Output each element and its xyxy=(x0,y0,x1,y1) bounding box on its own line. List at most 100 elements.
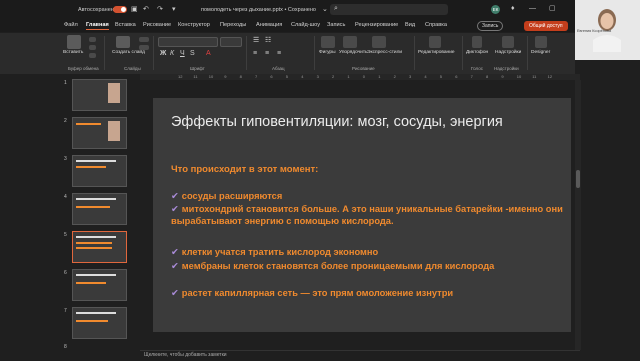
undo-icon[interactable]: ↶ xyxy=(143,6,149,14)
thumb-number: 2 xyxy=(64,118,67,124)
group-addins: Надстройки xyxy=(494,66,519,71)
save-icon[interactable]: ▣ xyxy=(131,6,138,14)
slide-thumbnail[interactable] xyxy=(72,193,127,225)
customize-toolbar-icon[interactable]: ▾ xyxy=(172,6,176,14)
thumb-line xyxy=(76,198,116,200)
check-icon: ✔ xyxy=(171,261,179,271)
addins-button[interactable]: Надстройки xyxy=(495,50,521,55)
ruler-tick-label: 4 xyxy=(301,74,304,79)
italic-icon[interactable]: К xyxy=(170,50,174,58)
reset-icon[interactable] xyxy=(139,45,149,50)
redo-icon[interactable]: ↷ xyxy=(157,6,163,14)
ruler-tick-label: 4 xyxy=(424,74,427,79)
lightbulb-icon[interactable]: ♦ xyxy=(511,5,515,13)
dictate-button[interactable]: Диктофон xyxy=(466,50,488,55)
addins-icon[interactable] xyxy=(502,36,514,48)
shapes-icon[interactable] xyxy=(321,36,335,48)
bullet-item[interactable]: ✔ мембраны клеток становятся более прониц… xyxy=(171,261,566,273)
menu-view[interactable]: Вид xyxy=(405,22,415,28)
menu-record[interactable]: Запись xyxy=(327,22,345,28)
ruler-tick-label: 1 xyxy=(347,74,350,79)
menu-transitions[interactable]: Переходы xyxy=(220,22,246,28)
maximize-icon[interactable]: ▢ xyxy=(549,5,556,13)
menu-design[interactable]: Конструктор xyxy=(178,22,210,28)
slide-thumbnail[interactable] xyxy=(72,79,127,111)
bullet-item[interactable]: ✔ сосуды расширяются xyxy=(171,191,566,203)
menu-review[interactable]: Рецензирование xyxy=(355,22,398,28)
ruler-tick-label: 12 xyxy=(178,74,183,79)
new-slide-button[interactable]: Создать слайд xyxy=(112,50,145,55)
paste-button[interactable]: Вставить xyxy=(63,50,83,55)
chevron-down-icon[interactable]: ⌄ xyxy=(322,6,328,14)
share-button[interactable]: Общий доступ xyxy=(524,21,568,31)
slide-thumbnail[interactable] xyxy=(72,117,127,149)
editing-button[interactable]: Редактирование xyxy=(418,50,455,55)
thumb-number: 3 xyxy=(64,156,67,162)
menu-file[interactable]: Файл xyxy=(64,22,78,28)
bullets-icon[interactable]: ☰ xyxy=(253,37,259,45)
group-voice: Голос xyxy=(471,66,483,71)
record-button[interactable]: Запись xyxy=(477,21,504,31)
notes-pane[interactable]: Щелкните, чтобы добавить заметки xyxy=(140,350,580,361)
slide-thumbnail[interactable] xyxy=(72,155,127,187)
cut-icon[interactable] xyxy=(89,37,96,42)
bullet-item[interactable]: ✔ растет капиллярная сеть — это прям омол… xyxy=(171,288,566,300)
microphone-icon[interactable] xyxy=(472,36,482,48)
arrange-icon[interactable] xyxy=(343,36,357,48)
designer-icon[interactable] xyxy=(535,36,547,48)
font-name-select[interactable] xyxy=(158,37,218,47)
editing-icon[interactable] xyxy=(429,36,441,48)
font-color-icon[interactable]: A xyxy=(206,50,211,58)
menu-home[interactable]: Главная xyxy=(86,22,109,30)
designer-button[interactable]: Designer xyxy=(531,50,550,55)
avatar[interactable]: ЕК xyxy=(491,5,500,14)
thumb-line xyxy=(76,242,112,244)
shapes-button[interactable]: Фигуры xyxy=(319,50,336,55)
thumb-number: 6 xyxy=(64,270,67,276)
thumb-line xyxy=(76,247,112,249)
ruler-tick-label: 7 xyxy=(470,74,473,79)
bold-icon[interactable]: Ж xyxy=(160,50,166,58)
slide-canvas[interactable]: Эффекты гиповентиляции: мозг, сосуды, эн… xyxy=(153,98,571,332)
strikethrough-icon[interactable]: S xyxy=(190,50,195,58)
document-title[interactable]: помолодеть через дыхание.pptx • Сохранен… xyxy=(201,7,316,13)
ruler-tick-label: 9 xyxy=(501,74,504,79)
menu-help[interactable]: Справка xyxy=(425,22,447,28)
slide-thumbnail[interactable] xyxy=(72,307,127,339)
scroll-thumb[interactable] xyxy=(576,170,580,188)
new-slide-icon[interactable] xyxy=(116,36,130,48)
bullet-item[interactable]: ✔ митохондрий становится больше. А это на… xyxy=(171,204,566,227)
group-clipboard: Буфер обмена xyxy=(68,66,99,71)
copy-icon[interactable] xyxy=(89,45,96,50)
slide-thumbnail-selected[interactable] xyxy=(72,231,127,263)
align-right-icon[interactable]: ≡ xyxy=(277,50,281,58)
align-center-icon[interactable]: ≡ xyxy=(265,50,269,58)
autosave-toggle[interactable] xyxy=(113,6,127,13)
underline-icon[interactable]: Ч xyxy=(180,50,185,58)
vertical-scrollbar[interactable] xyxy=(575,80,581,350)
menu-animations[interactable]: Анимация xyxy=(256,22,282,28)
slide-subtitle[interactable]: Что происходит в этот момент: xyxy=(171,164,318,175)
menu-insert[interactable]: Вставка xyxy=(115,22,136,28)
check-icon: ✔ xyxy=(171,204,179,214)
quick-styles-button[interactable]: Экспресс-стили xyxy=(367,50,402,55)
slide-thumbnail[interactable] xyxy=(72,269,127,301)
search-box[interactable]: ⌕ xyxy=(330,4,448,15)
menu-draw[interactable]: Рисование xyxy=(143,22,171,28)
font-size-select[interactable] xyxy=(220,37,242,47)
numbering-icon[interactable]: ☷ xyxy=(265,37,271,45)
thumb-number: 8 xyxy=(64,344,67,350)
arrange-button[interactable]: Упорядочить xyxy=(339,50,368,55)
quick-styles-icon[interactable] xyxy=(372,36,386,48)
slide-title[interactable]: Эффекты гиповентиляции: мозг, сосуды, эн… xyxy=(171,113,561,131)
align-left-icon[interactable]: ≡ xyxy=(253,50,257,58)
format-painter-icon[interactable] xyxy=(89,53,96,58)
layout-icon[interactable] xyxy=(139,37,149,42)
ruler-tick-label: 6 xyxy=(270,74,273,79)
notes-placeholder[interactable]: Щелкните, чтобы добавить заметки xyxy=(144,352,227,358)
minimize-icon[interactable]: — xyxy=(529,5,536,13)
bullet-item[interactable]: ✔ клетки учатся тратить кислород экономно xyxy=(171,247,566,259)
paste-icon[interactable] xyxy=(67,35,81,49)
separator xyxy=(462,36,463,70)
menu-slideshow[interactable]: Слайд-шоу xyxy=(291,22,320,28)
